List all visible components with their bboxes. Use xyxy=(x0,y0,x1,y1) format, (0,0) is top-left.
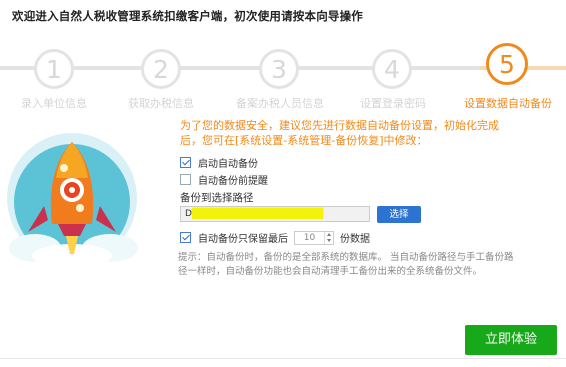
auto-backup-label: 启动自动备份 xyxy=(198,159,258,170)
rocket-illustration xyxy=(7,133,138,268)
backup-notice: 为了您的数据安全，建议您先进行数据自动备份设置，初始化完成后，您可在[系统设置-… xyxy=(180,119,499,147)
arrow-up-icon[interactable] xyxy=(327,233,331,236)
auto-backup-option[interactable]: 启动自动备份 xyxy=(180,155,258,170)
step-progress: 1 2 3 4 5 录入单位信息 获取办税信息 备案办税人员信息 设置登录密码 … xyxy=(0,40,566,115)
step-1-label: 录入单位信息 xyxy=(21,97,87,110)
keep-last-label: 自动备份只保留最后 xyxy=(198,234,288,245)
step-3-label: 备案办税人员信息 xyxy=(236,97,324,110)
step-5-label: 设置数据自动备份 xyxy=(464,97,552,110)
step-4-circle: 4 xyxy=(372,49,412,89)
backup-path-label: 备份到选择路径 xyxy=(180,192,254,204)
arrow-down-icon[interactable] xyxy=(327,239,331,242)
footer-divider xyxy=(0,358,566,359)
keep-last-checkbox[interactable] xyxy=(180,232,191,243)
keep-count-suffix: 份数据 xyxy=(340,234,370,245)
keep-count-stepper[interactable]: 10 xyxy=(294,230,334,245)
step-2-circle: 2 xyxy=(141,49,181,89)
backup-path-field[interactable]: D███████████████████ xyxy=(180,206,370,222)
step-1-circle: 1 xyxy=(34,49,74,89)
backup-reminder-checkbox[interactable] xyxy=(180,174,191,185)
backup-path-redacted: ███████████████████ xyxy=(191,209,324,219)
step-4-label: 设置登录密码 xyxy=(360,97,426,110)
keep-count-value[interactable]: 10 xyxy=(295,232,324,244)
keep-last-option: 自动备份只保留最后 10 份数据 xyxy=(180,230,370,245)
backup-hint: 提示：自动备份时，备份的是全部系统的数据库。 当自动备份路径与手工备份路径一样时… xyxy=(178,252,514,277)
backup-reminder-label: 自动备份前提醒 xyxy=(198,176,268,187)
backup-path-prefix: D xyxy=(185,209,192,219)
select-path-button[interactable]: 选择 xyxy=(377,206,421,223)
stepper-arrows[interactable] xyxy=(324,231,333,244)
backup-reminder-option[interactable]: 自动备份前提醒 xyxy=(180,172,268,187)
auto-backup-checkbox[interactable] xyxy=(180,157,191,168)
wizard-title: 欢迎进入自然人税收管理系统扣缴客户端，初次使用请按本向导操作 xyxy=(12,9,363,23)
step-3-circle: 3 xyxy=(259,49,299,89)
step-5-circle: 5 xyxy=(486,43,528,85)
step-2-label: 获取办税信息 xyxy=(128,97,194,110)
start-now-button[interactable]: 立即体验 xyxy=(465,325,557,355)
